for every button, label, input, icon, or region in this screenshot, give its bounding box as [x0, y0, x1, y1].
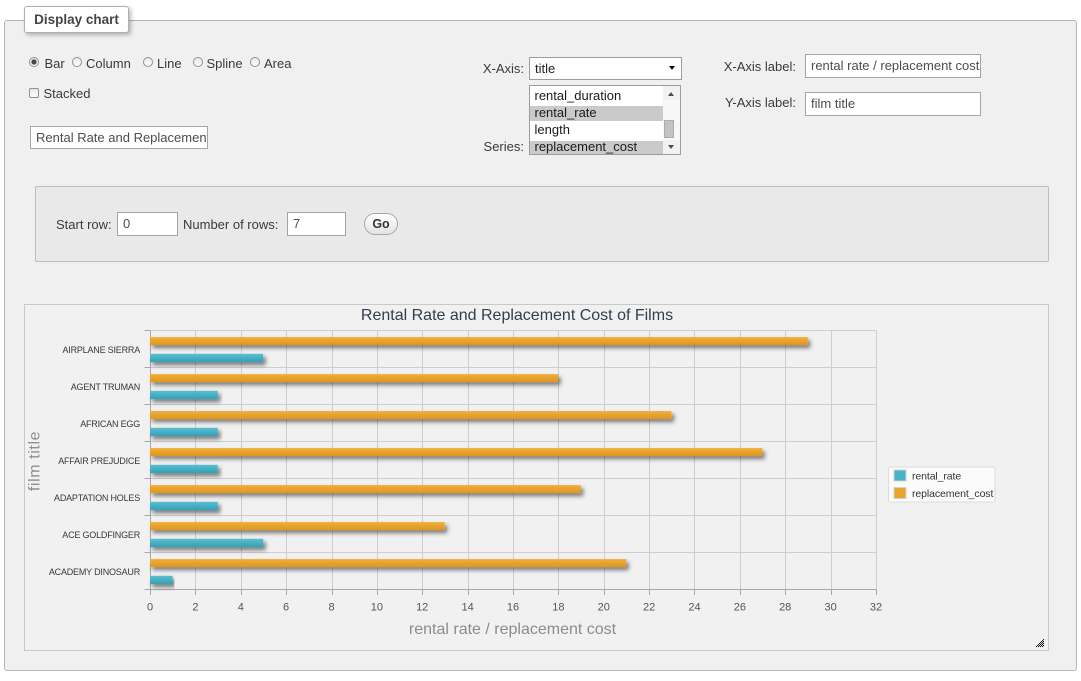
svg-text:18: 18 [552, 602, 564, 614]
svg-text:26: 26 [734, 602, 746, 614]
svg-text:AFFAIR PREJUDICE: AFFAIR PREJUDICE [58, 456, 140, 466]
svg-text:24: 24 [688, 602, 700, 614]
svg-text:12: 12 [416, 602, 428, 614]
svg-text:rental rate / replacement cost: rental rate / replacement cost [409, 621, 617, 638]
svg-text:ADAPTATION HOLES: ADAPTATION HOLES [54, 493, 140, 503]
svg-text:8: 8 [328, 602, 334, 614]
svg-text:0: 0 [147, 602, 153, 614]
svg-text:ACADEMY DINOSAUR: ACADEMY DINOSAUR [49, 567, 141, 577]
svg-text:rental_rate: rental_rate [912, 471, 961, 483]
svg-text:AFRICAN EGG: AFRICAN EGG [80, 419, 140, 429]
svg-text:16: 16 [507, 602, 519, 614]
svg-text:20: 20 [598, 602, 610, 614]
svg-text:30: 30 [824, 602, 836, 614]
svg-text:14: 14 [461, 602, 473, 614]
svg-text:28: 28 [779, 602, 791, 614]
svg-text:4: 4 [238, 602, 244, 614]
svg-text:32: 32 [870, 602, 882, 614]
svg-text:22: 22 [643, 602, 655, 614]
svg-text:AIRPLANE SIERRA: AIRPLANE SIERRA [62, 345, 140, 355]
svg-text:Rental Rate and Replacement Co: Rental Rate and Replacement Cost of Film… [361, 307, 673, 324]
svg-text:10: 10 [371, 602, 383, 614]
svg-text:ACE GOLDFINGER: ACE GOLDFINGER [62, 530, 140, 540]
svg-text:AGENT TRUMAN: AGENT TRUMAN [71, 382, 140, 392]
svg-text:replacement_cost: replacement_cost [912, 488, 993, 500]
svg-text:film title: film title [27, 431, 44, 491]
svg-text:6: 6 [283, 602, 289, 614]
svg-text:2: 2 [192, 602, 198, 614]
